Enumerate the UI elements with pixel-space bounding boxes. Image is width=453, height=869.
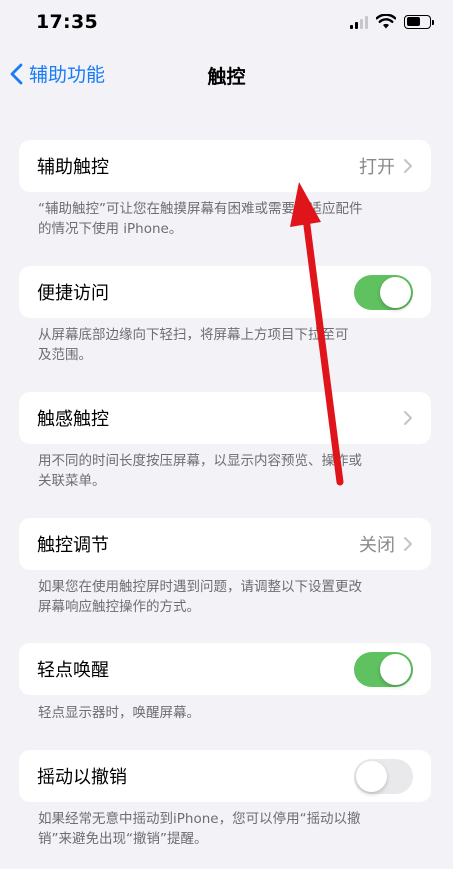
chevron-right-icon bbox=[404, 537, 412, 551]
reachability-footer: 从屏幕底部边缘向下轻扫，将屏幕上方项目下拉至可 及范围。 bbox=[38, 325, 418, 365]
footer-line: 如果经常无意中摇动到iPhone，您可以停用“摇动以撤 bbox=[38, 811, 361, 827]
touch-accommodations-value: 关闭 bbox=[359, 535, 395, 556]
assistive-touch-footer: “辅助触控”可让您在触摸屏幕有困难或需要自适应配件 的情况下使用 iPhone。 bbox=[38, 199, 418, 239]
navigation-bar: 辅助功能 触控 bbox=[0, 50, 453, 98]
footer-line: 及范围。 bbox=[38, 347, 92, 363]
chevron-right-icon bbox=[404, 159, 412, 173]
tap-to-wake-toggle[interactable] bbox=[354, 651, 413, 687]
haptic-touch-footer: 用不同的时间长度按压屏幕，以显示内容预览、操作或 关联菜单。 bbox=[38, 451, 418, 491]
status-time: 17:35 bbox=[36, 11, 98, 33]
wifi-icon bbox=[376, 14, 396, 29]
shake-to-undo-row: 摇动以撤销 bbox=[19, 750, 431, 802]
tap-to-wake-row: 轻点唤醒 bbox=[19, 643, 431, 695]
tap-to-wake-label: 轻点唤醒 bbox=[37, 660, 109, 681]
page-title: 触控 bbox=[207, 66, 246, 88]
status-bar: 17:35 bbox=[0, 0, 453, 44]
footer-line: 如果您在使用触控屏时遇到问题，请调整以下设置更改 bbox=[38, 579, 362, 595]
footer-line: 关联菜单。 bbox=[38, 473, 106, 489]
battery-icon bbox=[404, 14, 434, 29]
cellular-signal-icon bbox=[350, 15, 368, 29]
touch-accommodations-label: 触控调节 bbox=[37, 535, 109, 556]
assistive-touch-row[interactable]: 辅助触控 打开 bbox=[19, 140, 431, 192]
footer-line: 屏幕响应触控操作的方式。 bbox=[38, 599, 200, 615]
footer-line: 用不同的时间长度按压屏幕，以显示内容预览、操作或 bbox=[38, 453, 362, 469]
shake-to-undo-label: 摇动以撤销 bbox=[37, 767, 127, 788]
haptic-touch-label: 触感触控 bbox=[37, 409, 109, 430]
touch-accommodations-footer: 如果您在使用触控屏时遇到问题，请调整以下设置更改 屏幕响应触控操作的方式。 bbox=[38, 577, 418, 617]
footer-line: 从屏幕底部边缘向下轻扫，将屏幕上方项目下拉至可 bbox=[38, 327, 349, 343]
chevron-right-icon bbox=[404, 411, 412, 425]
touch-settings-screen: 17:35 辅助功能 触控 辅助触控 打开 “辅助触控”可让您在触摸屏幕有困难或… bbox=[0, 0, 453, 869]
footer-line: “辅助触控”可让您在触摸屏幕有困难或需要自适应配件 bbox=[38, 201, 363, 217]
haptic-touch-row[interactable]: 触感触控 bbox=[19, 392, 431, 444]
footer-line: 销”来避免出现“撤销”提醒。 bbox=[38, 831, 208, 847]
assistive-touch-value: 打开 bbox=[359, 157, 395, 178]
tap-to-wake-footer: 轻点显示器时，唤醒屏幕。 bbox=[38, 703, 418, 723]
status-icons bbox=[350, 14, 434, 29]
assistive-touch-label: 辅助触控 bbox=[37, 157, 109, 178]
shake-to-undo-footer: 如果经常无意中摇动到iPhone，您可以停用“摇动以撤 销”来避免出现“撤销”提… bbox=[38, 809, 418, 849]
footer-line: 轻点显示器时，唤醒屏幕。 bbox=[38, 705, 200, 721]
footer-line: 的情况下使用 iPhone。 bbox=[38, 221, 183, 237]
reachability-row: 便捷访问 bbox=[19, 266, 431, 318]
reachability-toggle[interactable] bbox=[354, 274, 413, 310]
shake-to-undo-toggle[interactable] bbox=[354, 758, 413, 794]
touch-accommodations-row[interactable]: 触控调节 关闭 bbox=[19, 518, 431, 570]
reachability-label: 便捷访问 bbox=[37, 283, 109, 304]
